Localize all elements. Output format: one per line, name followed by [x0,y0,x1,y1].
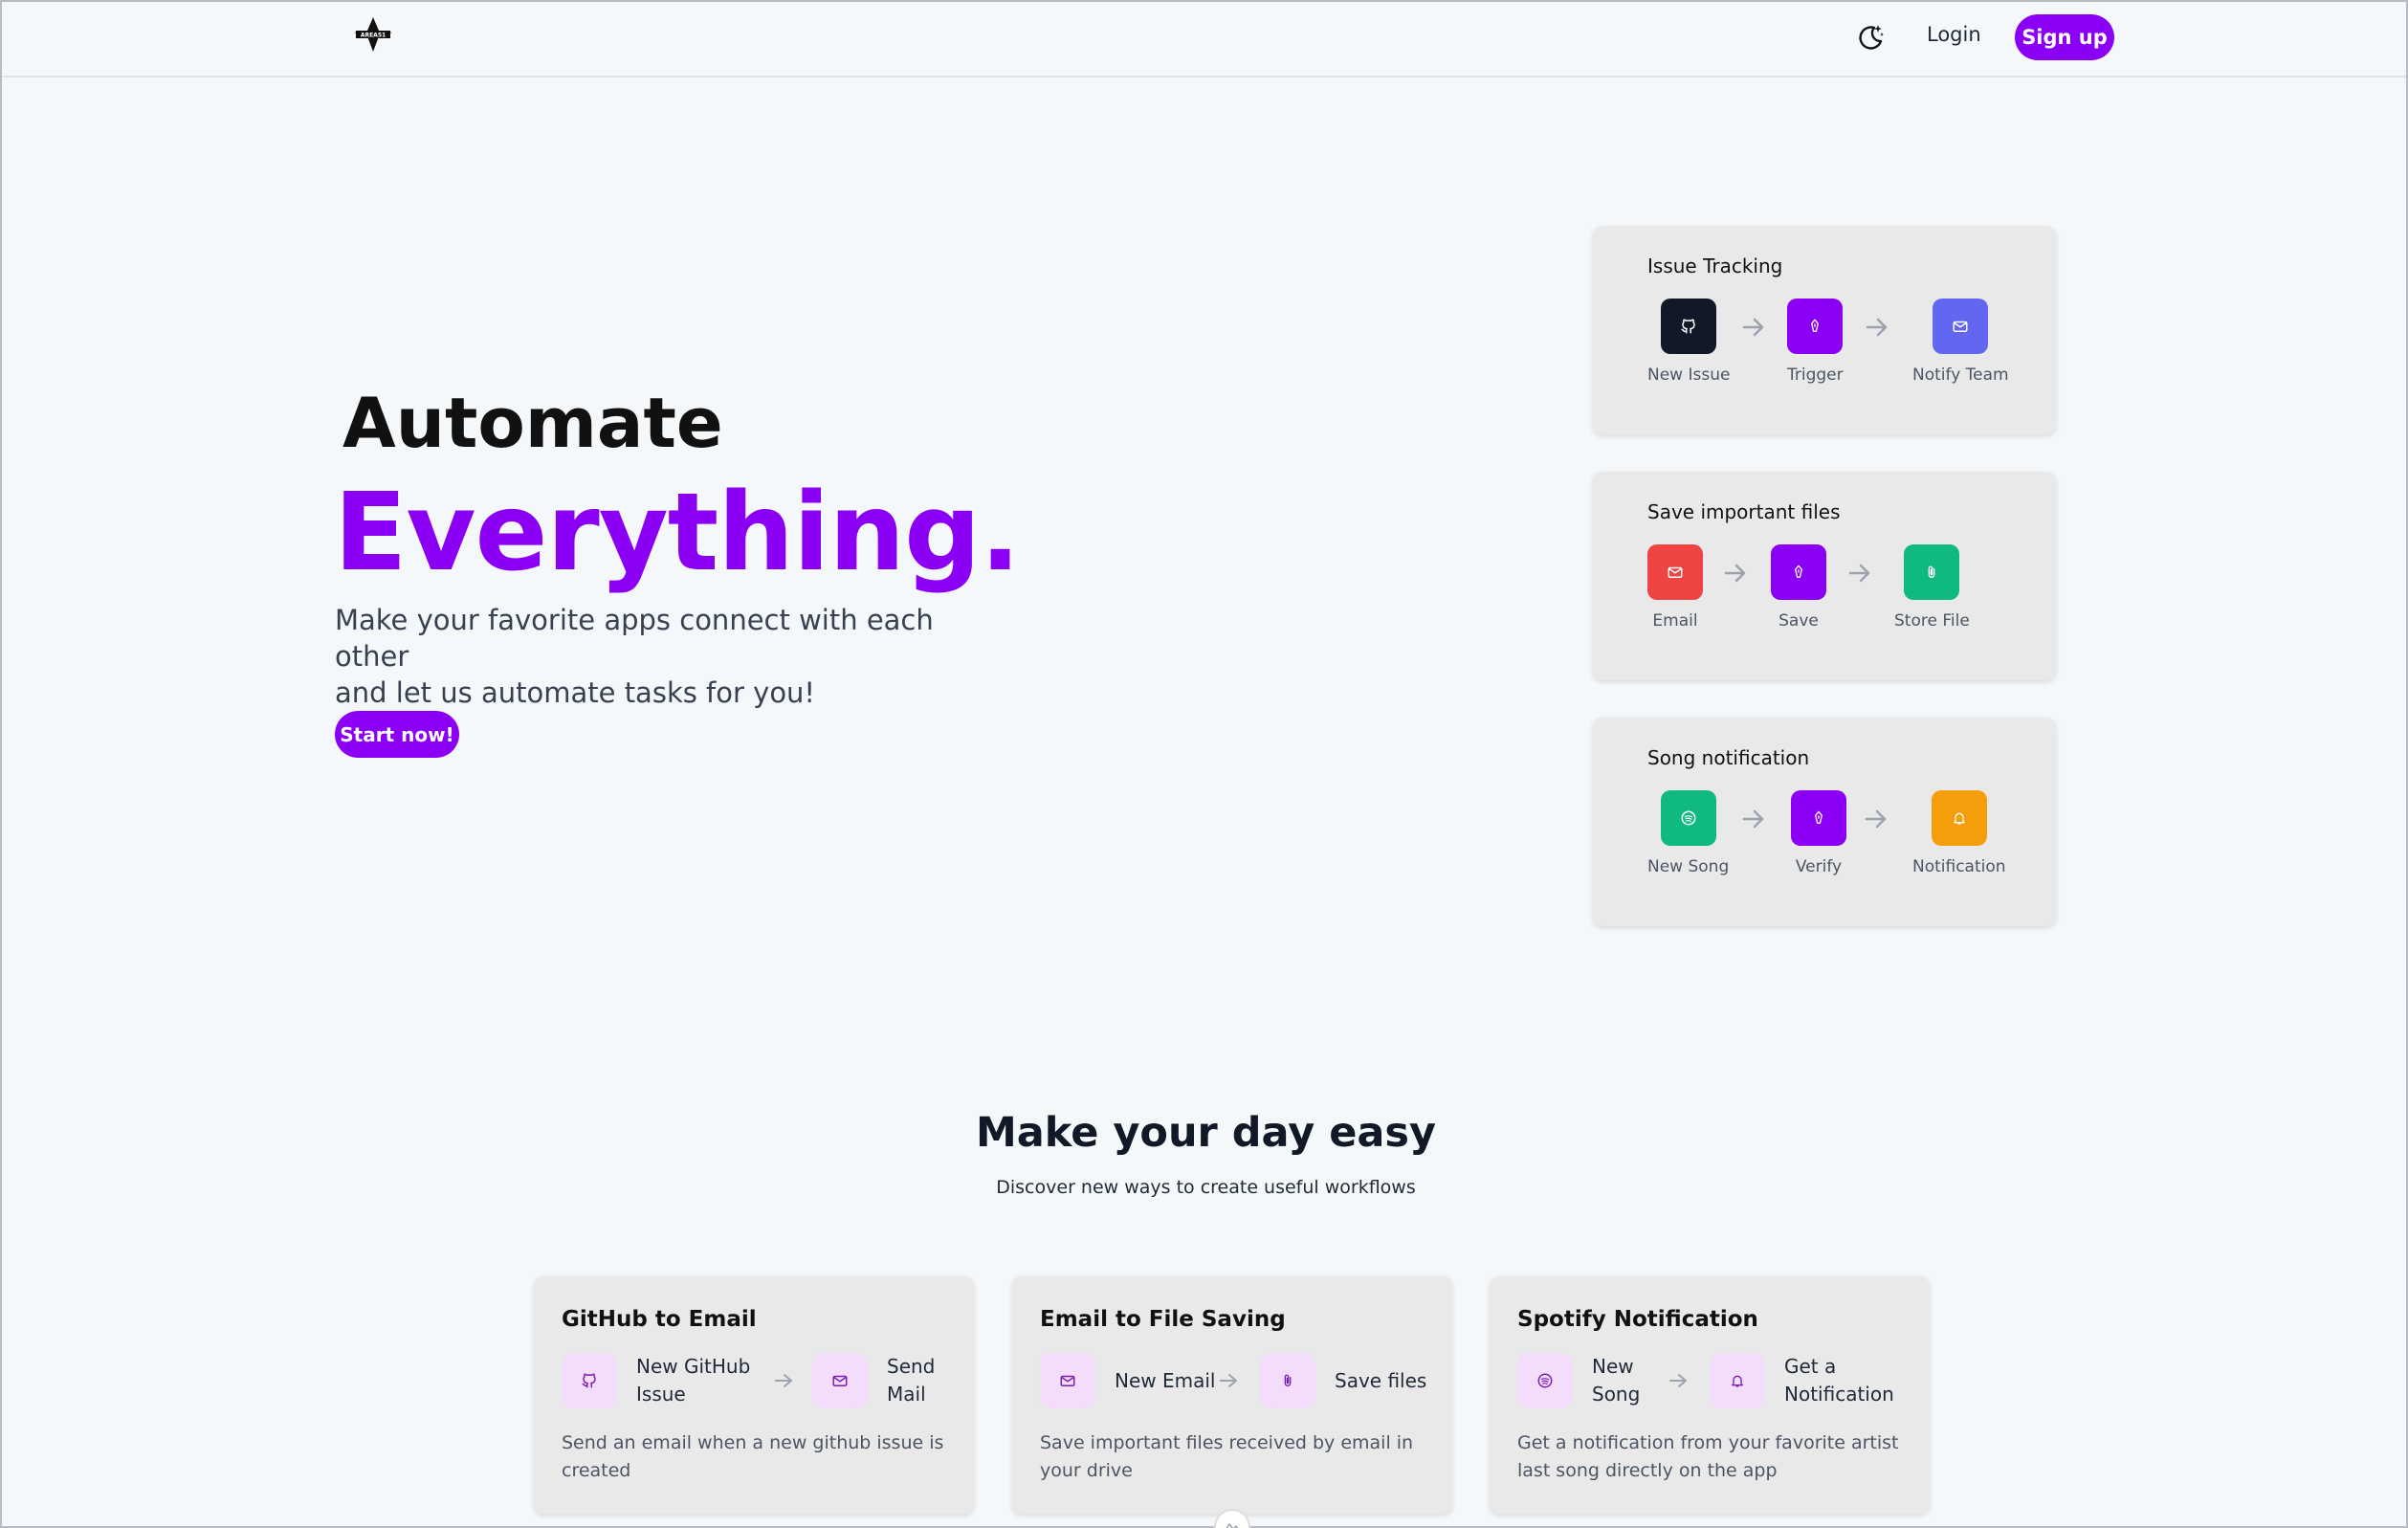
flow-step-label: Notification [1912,857,2006,876]
workflow-card-description: Save important files received by email i… [1040,1432,1414,1481]
workflow-step-label: Save files [1335,1368,1427,1392]
pen-icon [1771,544,1826,600]
workflow-card-github-email[interactable]: GitHub to Email New GitHub Issue Send Mail… [534,1276,974,1514]
flow-card-title: Song notification [1647,746,1810,769]
pen-icon [1791,790,1846,846]
flow-card-save-files[interactable]: Save important files Email Save Store Fi… [1593,472,2056,680]
mail-icon [812,1353,868,1408]
flow-step: New Song [1647,790,1729,876]
workflow-step: Get a Notification [1710,1353,1894,1408]
arrow-right-icon [1742,809,1764,829]
workflow-card-spotify[interactable]: Spotify Notification New Song Get a Notifi… [1490,1276,1930,1514]
flow-step-label: New Issue [1647,365,1731,385]
logo[interactable]: AREA51 [350,15,396,54]
workflow-step-label: New GitHub Issue [636,1355,751,1406]
login-link[interactable]: Login [1927,23,1981,46]
bell-icon [1710,1353,1765,1408]
arrow-right-icon [1866,318,1888,337]
github-icon [1661,299,1717,354]
flow-step-label: Store File [1894,611,1970,631]
section-title: Make your day easy [975,1109,1437,1157]
workflow-card-description: Send an email when a new github issue is… [562,1432,944,1481]
workflow-step: Save files [1260,1353,1426,1408]
flow-step-label: Verify [1795,857,1843,876]
paperclip-icon [1260,1353,1315,1408]
flow-step: Save [1771,544,1826,631]
bell-icon [1931,790,1987,846]
navbar: AREA51 Login Sign up [2,2,2406,78]
flow-step-label: Notify Team [1912,365,2009,385]
mountain-icon [1226,1523,1239,1528]
arrow-right-icon [1848,564,1870,583]
hero-title-automate: Automate [342,383,723,463]
section-subtitle: Discover new ways to create useful workf… [996,1177,1416,1198]
flow-card-title: Issue Tracking [1647,255,1783,277]
flow-step: Email [1647,544,1703,631]
workflow-step-label: New Email [1115,1368,1216,1392]
flow-step: Notification [1912,790,2006,876]
flow-step-label: Trigger [1787,365,1844,385]
workflow-step: New GitHub Issue [562,1353,750,1408]
signup-button[interactable]: Sign up [2015,14,2114,60]
flow-step-label: Email [1652,611,1698,631]
arrow-right-icon [1724,564,1746,583]
flow-step: Notify Team [1912,299,2009,385]
flow-card-song-notification[interactable]: Song notification New Song Verify Notifi… [1593,718,2056,926]
mail-icon [1933,299,1989,354]
flow-step-label: New Song [1647,857,1730,876]
workflow-card-title: Spotify Notification [1517,1307,1758,1332]
flow-card-title: Save important files [1647,500,1841,523]
arrow-right-icon [775,1374,792,1387]
arrow-right-icon [1742,318,1764,337]
moon-stars-icon [1859,25,1884,50]
flow-step: New Issue [1647,299,1730,385]
workflow-step-label: Send Mail [887,1355,936,1406]
hero-subtitle-line1: Make your favorite apps connect with eac… [335,604,934,673]
workflow-card-description: Get a notification from your favorite ar… [1517,1432,1899,1481]
mail-icon [1040,1353,1095,1408]
workflow-step-label: New Song [1592,1355,1641,1406]
arrow-right-icon [1865,809,1887,829]
github-icon [562,1353,617,1408]
spotify-icon [1660,790,1716,846]
start-now-button[interactable]: Start now! [335,711,459,758]
workflow-step: Send Mail [812,1353,935,1408]
paperclip-icon [1904,544,1960,600]
workflow-card-title: GitHub to Email [562,1307,757,1332]
theme-toggle-button[interactable] [1852,19,1889,55]
workflow-step: New Song [1517,1353,1640,1408]
flow-step: Verify [1791,790,1846,876]
workflow-card-email-file[interactable]: Email to File Saving New Email Save file… [1012,1276,1452,1514]
hero-title-everything: Everything. [334,471,1021,595]
hero-subtitle: Make your favorite apps connect with eac… [335,602,1005,711]
arrow-right-icon [1669,1374,1687,1387]
logo-text: AREA51 [361,33,386,39]
flow-step: Store File [1894,544,1970,631]
workflow-step: New Email [1040,1353,1215,1408]
mail-icon [1647,544,1703,600]
hero-subtitle-line2: and let us automate tasks for you! [335,676,816,709]
logo-icon: AREA51 [354,17,392,52]
arrow-right-icon [1220,1374,1237,1387]
flow-card-issue-tracking[interactable]: Issue Tracking New Issue Trigger Notify … [1593,226,2056,434]
spotify-icon [1517,1353,1573,1408]
pen-icon [1787,299,1844,354]
workflow-card-title: Email to File Saving [1040,1307,1286,1332]
flow-step: Trigger [1787,299,1844,385]
workflow-step-label: Get a Notification [1784,1355,1894,1406]
flow-step-label: Save [1778,611,1819,631]
